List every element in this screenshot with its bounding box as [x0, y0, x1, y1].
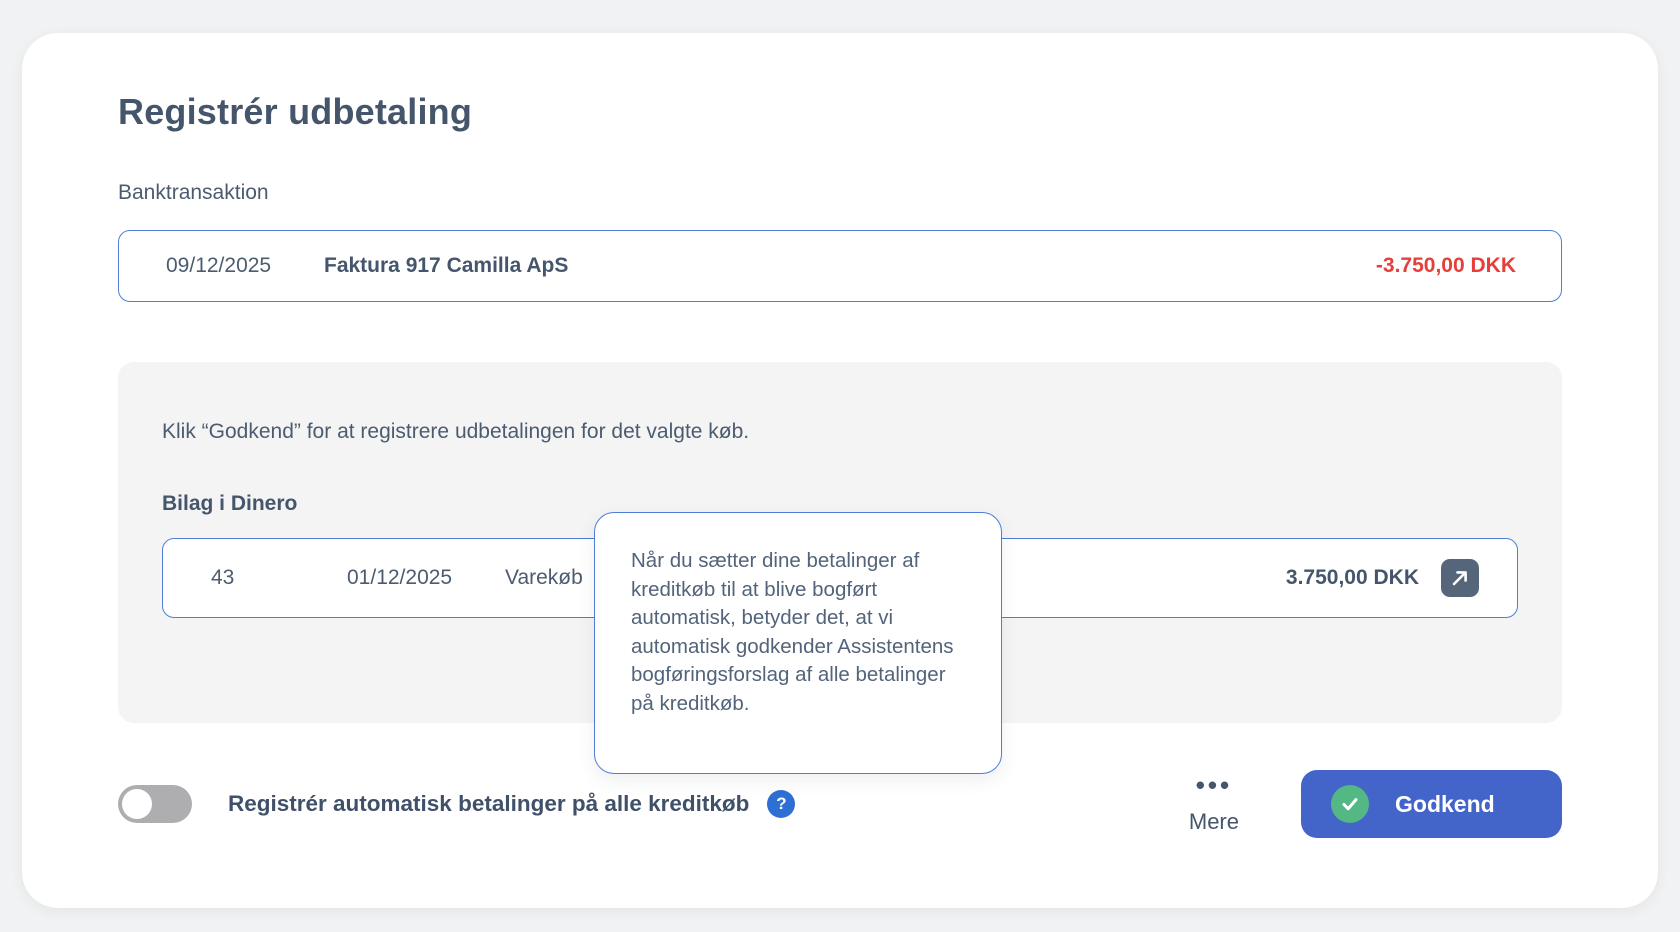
bilag-date: 01/12/2025	[347, 566, 453, 589]
more-button[interactable]: ••• Mere	[1188, 770, 1239, 835]
bank-transaction-row: 09/12/2025 Faktura 917 Camilla ApS -3.75…	[118, 230, 1562, 302]
arrow-up-right-glyph	[1452, 571, 1467, 586]
bilag-amount: 3.750,00 DKK	[1285, 566, 1419, 589]
bank-transaction-description: Faktura 917 Camilla ApS	[324, 254, 569, 277]
auto-register-tooltip: Når du sætter dine betalinger af kreditk…	[594, 512, 1002, 774]
bilag-number: 43	[211, 566, 235, 589]
ellipsis-icon: •••	[1195, 770, 1233, 800]
bank-transaction-date: 09/12/2025	[166, 254, 272, 277]
checkmark-glyph	[1342, 798, 1358, 811]
bilag-description: Varekøb	[505, 566, 583, 589]
checkmark-icon	[1331, 785, 1369, 823]
more-button-label: Mere	[1188, 809, 1239, 834]
bank-transaction-label: Banktransaktion	[118, 181, 269, 204]
toggle-knob	[122, 789, 152, 819]
register-payment-card: Registrér udbetaling Banktransaktion 09/…	[22, 33, 1658, 908]
external-link-icon[interactable]	[1441, 559, 1479, 597]
auto-register-toggle-label: Registrér automatisk betalinger på alle …	[228, 791, 750, 816]
bank-transaction-amount: -3.750,00 DKK	[1375, 254, 1516, 277]
auto-register-toggle[interactable]	[118, 785, 192, 823]
page-title: Registrér udbetaling	[118, 91, 473, 132]
approve-button-label: Godkend	[1395, 790, 1495, 817]
tooltip-text: Når du sætter dine betalinger af kreditk…	[631, 549, 954, 715]
footer-actions: Registrér automatisk betalinger på alle …	[118, 770, 1562, 838]
approve-button[interactable]: Godkend	[1301, 770, 1562, 838]
approve-instruction-text: Klik “Godkend” for at registrere udbetal…	[162, 420, 750, 443]
help-icon[interactable]: ?	[767, 790, 796, 818]
